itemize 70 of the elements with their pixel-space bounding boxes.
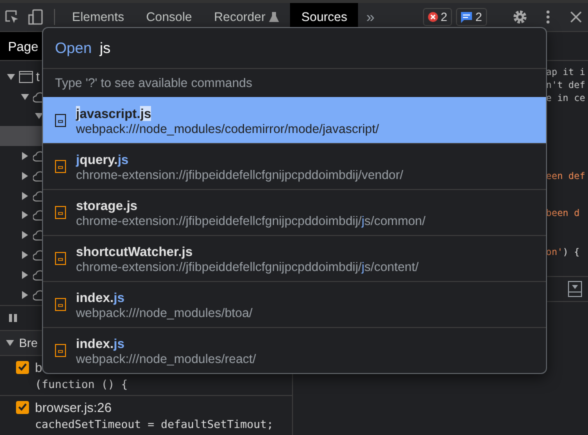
panel-tab[interactable]: Console bbox=[135, 3, 203, 31]
collapsed-arrow-icon[interactable] bbox=[21, 290, 29, 299]
file-path: chrome-extension://jfibpeiddefellcfgnijpcpddoimbdij/vendor/ bbox=[76, 168, 404, 182]
collapsed-arrow-icon[interactable] bbox=[21, 270, 29, 279]
drawer-toggle-icon[interactable] bbox=[568, 281, 582, 297]
settings-icon[interactable] bbox=[512, 9, 528, 25]
hint-text: Type '?' to see available commands bbox=[54, 75, 254, 92]
message-icon bbox=[461, 12, 472, 22]
file-name: index.js bbox=[76, 336, 126, 350]
section-title: Bre bbox=[19, 336, 38, 350]
checkbox[interactable] bbox=[16, 360, 29, 374]
file-path: chrome-extension://jfibpeiddefellcfgnijpcpddoimbdij/js/common/ bbox=[76, 214, 426, 228]
collapsed-arrow-icon[interactable] bbox=[21, 211, 29, 220]
file-result-item[interactable]: shortcutWatcher.js chrome-extension://jfibpeiddefellcfgnijpcpddoimbdij/js/content/ bbox=[43, 235, 546, 281]
breakpoint-location[interactable]: b bbox=[35, 360, 42, 375]
breakpoint-location[interactable]: browser.js:26 bbox=[35, 400, 112, 415]
expanded-arrow-icon[interactable] bbox=[7, 72, 15, 81]
file-name: index.js bbox=[76, 290, 126, 304]
file-path: webpack:///node_modules/react/ bbox=[76, 352, 256, 366]
expanded-arrow-icon[interactable] bbox=[21, 92, 29, 101]
device-icon[interactable] bbox=[28, 9, 44, 25]
inspect-icon[interactable] bbox=[4, 9, 20, 25]
file-result-item[interactable]: index.js webpack:///node_modules/react/ bbox=[43, 327, 546, 373]
file-name: shortcutWatcher.js bbox=[76, 244, 194, 258]
query-text[interactable]: js bbox=[100, 40, 111, 56]
file-result-item[interactable]: storage.js chrome-extension://jfibpeiddefellcfgnijpcpddoimbdij/js/common/ bbox=[43, 189, 546, 235]
collapsed-arrow-icon[interactable] bbox=[21, 172, 29, 180]
command-prefix: Open bbox=[55, 40, 92, 56]
close-icon[interactable] bbox=[570, 11, 582, 23]
panel-tab[interactable]: Recorder bbox=[202, 3, 290, 31]
file-name: javascript.js bbox=[76, 106, 152, 120]
file-path: chrome-extension://jfibpeiddefellcfgnijpcpddoimbdij/js/content/ bbox=[76, 260, 419, 274]
file-result-item[interactable]: jquery.js chrome-extension://jfibpeiddefellcfgnijpcpddoimbdij/vendor/ bbox=[43, 143, 546, 189]
frame-icon bbox=[19, 70, 33, 84]
tree-item-label[interactable]: t bbox=[36, 69, 40, 84]
file-icon bbox=[55, 252, 66, 265]
file-icon bbox=[55, 298, 66, 311]
breakpoint-code: (function () { bbox=[35, 378, 129, 391]
palette-input[interactable]: Open js bbox=[43, 28, 546, 69]
file-path: webpack:///node_modules/codemirror/mode/javascript/ bbox=[76, 122, 379, 136]
flask-icon bbox=[269, 12, 280, 22]
file-result-item[interactable]: javascript.js webpack:///node_modules/codemirror/mode/javascript/ bbox=[43, 97, 546, 143]
expanded-arrow-icon[interactable] bbox=[35, 112, 43, 120]
file-path: webpack:///node_modules/btoa/ bbox=[76, 306, 253, 320]
collapsed-arrow-icon[interactable] bbox=[21, 152, 29, 160]
file-icon bbox=[55, 114, 66, 127]
breakpoint-code: cachedSetTimeout = defaultSetTimout; bbox=[35, 418, 274, 431]
file-name: jquery.js bbox=[76, 152, 130, 166]
code-line: been d bbox=[546, 207, 581, 220]
checkbox[interactable] bbox=[16, 400, 29, 414]
collapsed-arrow-icon[interactable] bbox=[21, 231, 29, 240]
error-count-badge[interactable]: 2 bbox=[422, 8, 452, 26]
code-line: on') { bbox=[546, 246, 581, 259]
message-count-badge[interactable]: 2 bbox=[456, 8, 487, 26]
more-tabs-button[interactable]: » bbox=[358, 3, 383, 31]
file-icon bbox=[55, 206, 66, 219]
file-icon bbox=[55, 344, 66, 357]
pause-icon[interactable] bbox=[8, 312, 18, 323]
code-line: een def bbox=[546, 170, 586, 183]
collapsed-arrow-icon[interactable] bbox=[21, 192, 29, 200]
file-name: storage.js bbox=[76, 198, 138, 212]
code-line: ap it i bbox=[546, 66, 586, 79]
panel-tab[interactable]: Elements bbox=[61, 3, 136, 31]
error-icon bbox=[428, 12, 438, 22]
code-line: n't def bbox=[546, 79, 586, 92]
file-result-item[interactable]: index.js webpack:///node_modules/btoa/ bbox=[43, 281, 546, 327]
expanded-arrow-icon[interactable] bbox=[6, 338, 14, 347]
more-options-icon[interactable] bbox=[546, 10, 550, 24]
collapsed-arrow-icon[interactable] bbox=[21, 251, 29, 260]
file-icon bbox=[55, 160, 66, 173]
